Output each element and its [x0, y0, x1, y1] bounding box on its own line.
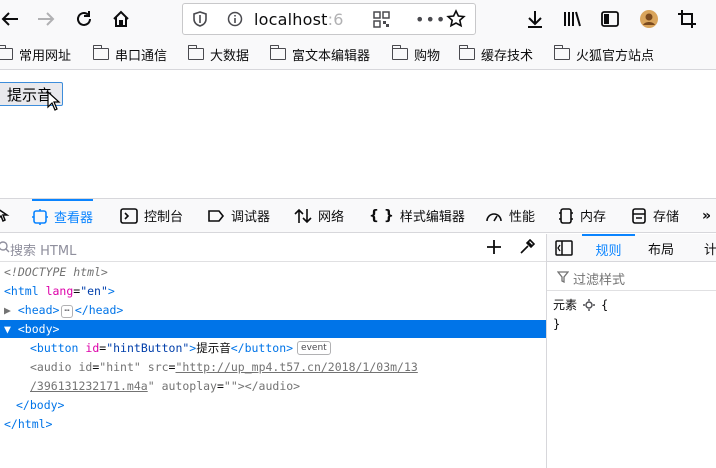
gear-icon[interactable]	[583, 298, 596, 311]
memory-icon	[558, 207, 574, 225]
rule-selector: 元素	[553, 298, 578, 312]
back-icon[interactable]	[0, 7, 22, 31]
tab-style-editor[interactable]: { } 样式编辑器	[369, 199, 465, 232]
mouse-cursor-icon	[47, 90, 61, 115]
home-icon[interactable]	[109, 7, 133, 31]
forward-icon[interactable]	[34, 7, 58, 31]
bookmark-folder[interactable]: 常用网址	[0, 43, 71, 65]
folder-icon	[553, 45, 570, 60]
performance-icon	[485, 208, 503, 224]
tab-network[interactable]: 网络	[294, 199, 344, 232]
folder-icon	[0, 45, 13, 60]
tab-console[interactable]: 控制台	[120, 199, 183, 232]
library-icon[interactable]	[560, 7, 584, 31]
expand-arrow-icon[interactable]: ▶	[4, 303, 11, 317]
filter-styles-bar: 过滤样式	[547, 263, 716, 291]
eyedropper-icon[interactable]	[519, 238, 536, 259]
markup-line-html-close[interactable]: </html>	[0, 415, 546, 433]
collapse-arrow-icon[interactable]: ▼	[4, 322, 11, 336]
side-tab-bar: 规则 布局 计	[547, 234, 716, 262]
tab-memory[interactable]: 内存	[558, 199, 606, 232]
filter-icon	[556, 271, 570, 287]
url-text[interactable]: localhost:6	[254, 10, 344, 29]
inspector-icon	[32, 208, 48, 225]
folder-icon	[92, 45, 109, 60]
more-actions-icon[interactable]: •••	[415, 10, 446, 29]
element-picker-icon[interactable]	[0, 207, 12, 227]
folder-icon	[269, 45, 286, 60]
bookmark-star-icon[interactable]	[446, 9, 466, 33]
bookmarks-toolbar: 常用网址 串口通信 大数据 富文本编辑器 购物 缓存技术 火狐官方站点	[0, 38, 716, 70]
tab-debugger[interactable]: 调试器	[207, 199, 270, 232]
markup-line-body-selected[interactable]: ▼ <body>	[0, 320, 546, 338]
tab-inspector[interactable]: 查看器	[32, 199, 94, 232]
markup-line-button[interactable]: <button id="hintButton">提示音</button> even…	[0, 339, 546, 357]
element-rule: 元素 { }	[553, 296, 609, 332]
markup-line-html[interactable]: <html lang="en">	[0, 282, 546, 300]
add-node-icon[interactable]	[486, 239, 502, 259]
toggle-pane-icon[interactable]	[555, 240, 573, 260]
tab-layout[interactable]: 布局	[648, 234, 674, 262]
search-html-input[interactable]: 搜索 HTML	[10, 240, 76, 259]
browser-toolbar: localhost:6 •••	[0, 0, 716, 38]
bookmark-folder[interactable]: 火狐官方站点	[553, 43, 654, 65]
crop-icon[interactable]	[675, 7, 699, 31]
markup-line-body-close[interactable]: </body>	[0, 396, 546, 414]
more-tabs-icon[interactable]: »	[702, 208, 711, 224]
devtools-tab-bar: 查看器 控制台 调试器 网络 { } 样式编辑器 性能 内存 存储 »	[0, 198, 716, 233]
style-editor-icon: { }	[369, 207, 394, 224]
shield-icon[interactable]	[192, 11, 208, 31]
folder-icon	[391, 45, 408, 60]
info-icon[interactable]	[227, 11, 243, 31]
reload-icon[interactable]	[72, 7, 96, 31]
tab-performance[interactable]: 性能	[485, 199, 535, 232]
search-icon	[0, 241, 10, 257]
bookmark-folder[interactable]: 串口通信	[92, 43, 167, 65]
inspector-search-bar: 搜索 HTML	[0, 234, 546, 262]
bookmark-folder[interactable]: 大数据	[187, 43, 249, 65]
event-badge[interactable]: event	[297, 341, 331, 355]
folder-icon	[458, 45, 475, 60]
folder-icon	[187, 45, 204, 60]
markup-line-head[interactable]: ▶ <head> ⋯ </head>	[0, 301, 546, 319]
network-icon	[294, 208, 312, 224]
bookmark-folder[interactable]: 富文本编辑器	[269, 43, 370, 65]
tab-rules[interactable]: 规则	[582, 234, 635, 262]
url-bar[interactable]: localhost:6 •••	[182, 3, 476, 35]
download-icon[interactable]	[523, 7, 547, 31]
markup-line-audio-cont[interactable]: /396131232171.m4a" autoplay=""></audio>	[0, 377, 546, 395]
markup-line-audio[interactable]: <audio id="hint" src="http://up_mp4.t57.…	[0, 358, 546, 376]
tab-storage[interactable]: 存储	[631, 199, 679, 232]
bookmark-folder[interactable]: 缓存技术	[458, 43, 533, 65]
markup-line-doctype[interactable]: <!DOCTYPE html>	[0, 263, 546, 281]
storage-icon	[631, 207, 647, 225]
debugger-icon	[207, 209, 225, 223]
tab-computed[interactable]: 计	[704, 234, 716, 262]
sidebar-icon[interactable]	[598, 7, 622, 31]
rule-close-brace: }	[553, 317, 561, 331]
rule-open-brace: {	[601, 297, 609, 312]
filter-styles-input[interactable]: 过滤样式	[573, 269, 625, 288]
bookmark-folder[interactable]: 购物	[391, 43, 440, 65]
console-icon	[120, 207, 138, 224]
rules-side-panel: 规则 布局 计 过滤样式 元素 { }	[546, 234, 716, 468]
account-avatar-icon[interactable]	[637, 7, 661, 31]
qr-code-icon[interactable]	[373, 11, 390, 32]
